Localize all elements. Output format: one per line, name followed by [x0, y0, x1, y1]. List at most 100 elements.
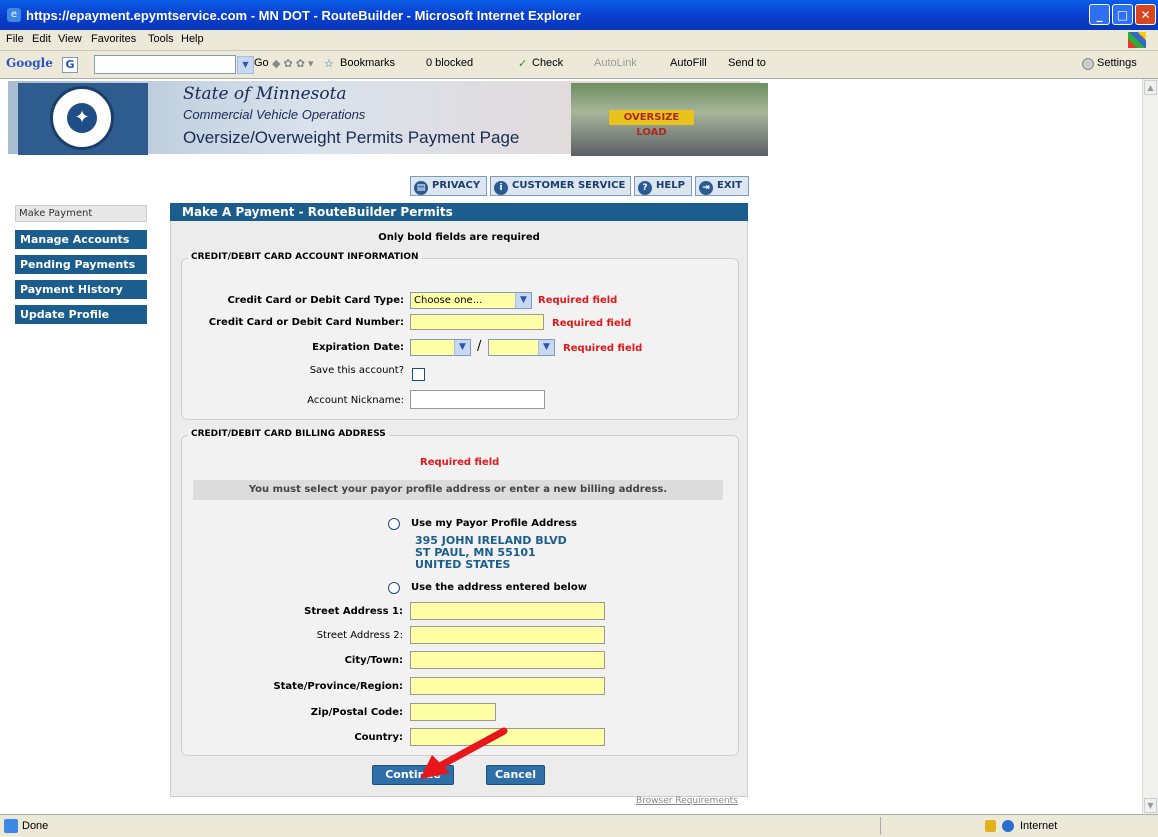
minimize-button[interactable]: _	[1089, 4, 1110, 25]
city-input[interactable]	[410, 651, 605, 669]
card-number-label: Credit Card or Debit Card Number:	[208, 317, 404, 328]
status-text: Done	[22, 820, 49, 832]
exit-label: EXIT	[717, 180, 743, 191]
billing-required: Required field	[420, 457, 500, 468]
card-number-required: Required field	[552, 318, 632, 329]
nav-update-profile[interactable]: Update Profile	[15, 305, 147, 325]
header-banner: ✦ State of Minnesota Commercial Vehicle …	[8, 81, 768, 156]
division-name: Commercial Vehicle Operations	[183, 107, 366, 122]
settings-button[interactable]: Settings	[1097, 57, 1137, 69]
internet-globe-icon	[1002, 820, 1014, 832]
billing-instruction: You must select your payor profile addre…	[193, 480, 723, 500]
address-line-3: UNITED STATES	[415, 558, 511, 571]
nav-payment-history[interactable]: Payment History	[15, 280, 147, 300]
go-button[interactable]: Go	[254, 57, 269, 69]
privacy-link[interactable]: ▤ PRIVACY	[410, 176, 487, 196]
expiration-year-select[interactable]: ▼	[488, 339, 555, 356]
internet-explorer-icon: e	[7, 8, 21, 22]
required-note: Only bold fields are required	[378, 232, 540, 243]
nickname-label: Account Nickname:	[307, 395, 404, 406]
customer-service-label: CUSTOMER SERVICE	[512, 180, 626, 191]
street2-label: Street Address 2:	[316, 630, 403, 641]
state-label: State/Province/Region:	[273, 681, 403, 692]
scroll-down-icon[interactable]: ▼	[1144, 798, 1157, 813]
close-button[interactable]: ✕	[1135, 4, 1156, 25]
nav-pending-payments[interactable]: Pending Payments	[15, 255, 147, 275]
menu-favorites[interactable]: Favorites	[91, 33, 136, 45]
page-content: ✦ State of Minnesota Commercial Vehicle …	[0, 79, 1142, 814]
expiration-label: Expiration Date:	[312, 342, 404, 353]
chevron-down-icon: ▼	[538, 340, 554, 355]
toolbar-buttons-icon[interactable]: ◆ ✿ ✿ ▾	[272, 57, 314, 70]
spellcheck-icon: ✓	[518, 58, 528, 70]
lock-icon	[985, 820, 996, 832]
window-title: https://epayment.epymtservice.com - MN D…	[26, 8, 581, 23]
google-menu-icon[interactable]: G	[62, 57, 78, 73]
use-entered-radio[interactable]	[388, 582, 400, 594]
street1-label: Street Address 1:	[304, 606, 403, 617]
help-label: HELP	[656, 180, 685, 191]
expiration-month-select[interactable]: ▼	[410, 339, 471, 356]
popup-blocked-button[interactable]: 0 blocked	[426, 57, 473, 69]
card-type-label: Credit Card or Debit Card Type:	[227, 295, 404, 306]
exit-link[interactable]: ⇥ EXIT	[695, 176, 749, 196]
privacy-icon: ▤	[414, 181, 428, 195]
maximize-button[interactable]: □	[1112, 4, 1133, 25]
autolink-button[interactable]: AutoLink	[594, 57, 637, 69]
street1-input[interactable]	[410, 602, 605, 620]
city-label: City/Town:	[344, 655, 403, 666]
menu-view[interactable]: View	[58, 33, 82, 45]
google-search-input[interactable]	[94, 55, 236, 74]
expiration-required: Required field	[563, 343, 643, 354]
nav-manage-accounts[interactable]: Manage Accounts	[15, 230, 147, 250]
google-search-dropdown-icon[interactable]: ▼	[237, 56, 254, 74]
use-profile-radio[interactable]	[388, 518, 400, 530]
oversize-load-sign: OVERSIZE LOAD	[609, 110, 694, 138]
mndot-seal-logo: ✦	[18, 83, 148, 155]
billing-legend: CREDIT/DEBIT CARD BILLING ADDRESS	[188, 429, 389, 439]
security-zone: Internet	[1020, 820, 1058, 832]
google-toolbar: Google G ▼ Go ◆ ✿ ✿ ▾ ☆ Bookmarks 0 bloc…	[0, 51, 1158, 79]
nav-make-payment[interactable]: Make Payment	[15, 205, 147, 222]
state-input[interactable]	[410, 677, 605, 695]
red-arrow-annotation	[420, 727, 508, 779]
windows-logo-icon	[1128, 32, 1146, 48]
customer-service-link[interactable]: i CUSTOMER SERVICE	[490, 176, 631, 196]
arrow-shaft	[434, 727, 508, 771]
zip-input[interactable]	[410, 703, 496, 721]
use-profile-label: Use my Payor Profile Address	[411, 518, 577, 529]
status-bar: Done Internet	[0, 814, 1158, 837]
google-logo: Google	[6, 56, 53, 70]
settings-icon	[1082, 58, 1094, 70]
bookmarks-star-icon: ☆	[324, 58, 334, 70]
send-to-button[interactable]: Send to	[728, 57, 766, 69]
menu-file[interactable]: File	[6, 33, 24, 45]
window-title-bar[interactable]: e https://epayment.epymtservice.com - MN…	[0, 0, 1158, 30]
help-link[interactable]: ? HELP	[634, 176, 692, 196]
autofill-button[interactable]: AutoFill	[670, 57, 707, 69]
nickname-input[interactable]	[410, 390, 545, 409]
menu-tools[interactable]: Tools	[148, 33, 174, 45]
zip-label: Zip/Postal Code:	[310, 707, 403, 718]
seal-circle: ✦	[50, 86, 114, 150]
street2-input[interactable]	[410, 626, 605, 644]
help-icon: ?	[638, 181, 652, 195]
state-name: State of Minnesota	[183, 84, 347, 104]
card-type-select[interactable]: Choose one... ▼	[410, 292, 532, 309]
bookmarks-button[interactable]: Bookmarks	[340, 57, 395, 69]
save-account-checkbox[interactable]	[412, 368, 425, 381]
vertical-scrollbar[interactable]: ▲ ▼	[1142, 79, 1158, 814]
check-button[interactable]: Check	[532, 57, 563, 69]
card-type-required: Required field	[538, 295, 618, 306]
menu-help[interactable]: Help	[181, 33, 204, 45]
country-label: Country:	[354, 732, 403, 743]
info-icon: i	[494, 181, 508, 195]
seal-compass-icon: ✦	[67, 103, 97, 133]
expiration-slash: /	[477, 339, 482, 354]
scroll-up-icon[interactable]: ▲	[1144, 80, 1157, 95]
card-number-input[interactable]	[410, 314, 544, 330]
exit-icon: ⇥	[699, 181, 713, 195]
menu-edit[interactable]: Edit	[32, 33, 51, 45]
use-entered-label: Use the address entered below	[411, 582, 587, 593]
browser-requirements-link[interactable]: Browser Requirements	[636, 796, 738, 806]
